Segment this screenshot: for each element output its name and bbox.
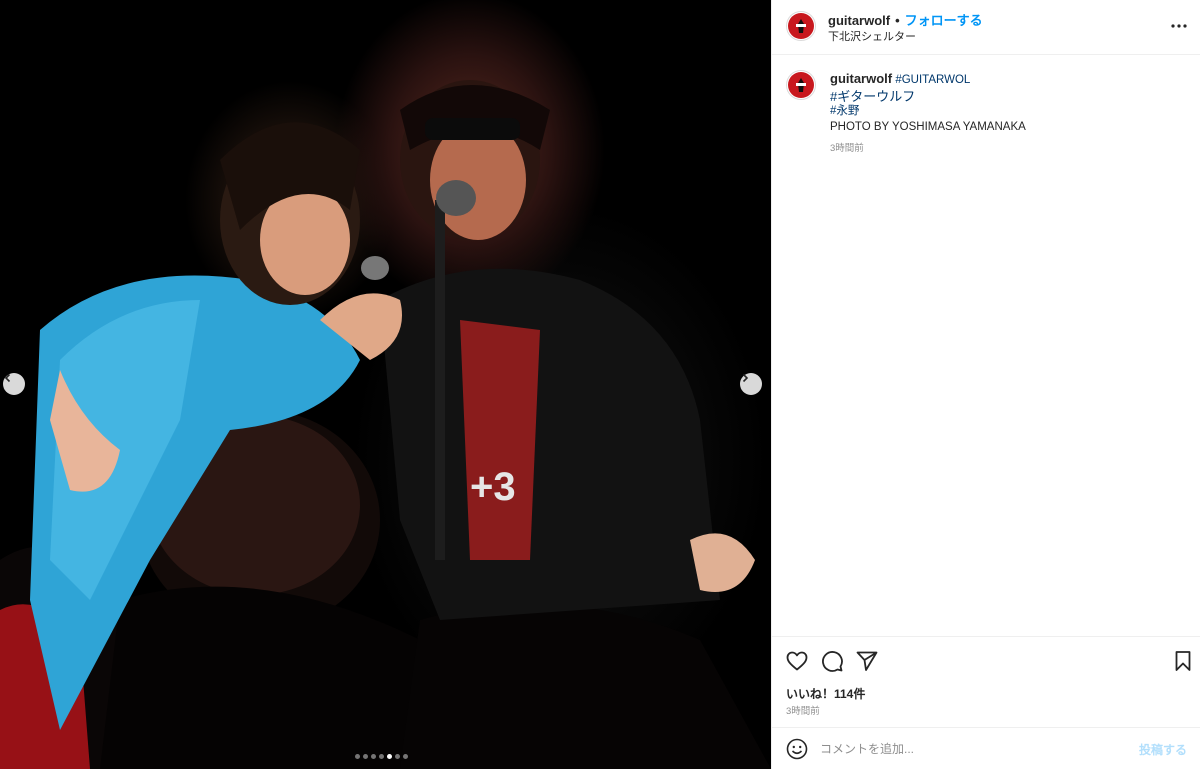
carousel-dot (355, 754, 360, 759)
action-bar: いいね！114件 3時間前 (772, 636, 1200, 726)
header-title-row: guitarwolf • フォローする (828, 10, 983, 29)
more-horizontal-icon (1171, 24, 1187, 28)
photo-illustration: +3 (0, 80, 771, 769)
comment-input[interactable] (820, 736, 1120, 762)
hashtag-link[interactable]: #GUITARWOL (895, 74, 970, 86)
post-comment-button[interactable]: 投稿する (1139, 741, 1187, 758)
carousel-dot (363, 754, 368, 759)
send-icon (856, 651, 878, 671)
header-username[interactable]: guitarwolf (828, 13, 890, 28)
location-link[interactable]: 下北沢シェルター (828, 28, 916, 44)
follow-button[interactable]: フォローする (905, 13, 983, 28)
smiley-icon (786, 738, 808, 760)
svg-text:+3: +3 (470, 465, 516, 509)
save-button[interactable] (1171, 649, 1195, 673)
carousel-dot (395, 754, 400, 759)
post-timestamp[interactable]: 3時間前 (786, 703, 820, 717)
instagram-post-view: +3 guitarwolf • フォローする 下北沢シェルター guitarwo… (0, 0, 1200, 769)
carousel-indicator (355, 754, 408, 759)
like-button[interactable] (785, 649, 809, 673)
hashtag-link[interactable]: #永野 (830, 104, 1180, 120)
carousel-dot (387, 754, 392, 759)
caption-credit: PHOTO BY YOSHIMASA YAMANAKA (830, 120, 1026, 133)
heart-icon (786, 651, 808, 671)
emoji-button[interactable] (786, 738, 808, 760)
guitarwolf-logo-icon (788, 72, 814, 98)
caption-avatar[interactable] (786, 70, 816, 100)
comment-composer: 投稿する (772, 727, 1200, 769)
like-count[interactable]: いいね！114件 (786, 685, 865, 702)
chevron-left-icon (4, 373, 11, 383)
chevron-right-icon (742, 373, 749, 383)
carousel-dot (371, 754, 376, 759)
comment-button[interactable] (820, 649, 844, 673)
carousel-dot (379, 754, 384, 759)
carousel-dot (403, 754, 408, 759)
guitarwolf-logo-icon (788, 13, 814, 39)
post-header: guitarwolf • フォローする 下北沢シェルター (772, 0, 1200, 55)
caption-line-1: guitarwolf #GUITARWOL (830, 71, 1180, 89)
carousel-next-button[interactable] (740, 373, 762, 395)
post-photo[interactable]: +3 (0, 0, 771, 769)
comment-icon (822, 651, 843, 672)
caption-text: guitarwolf #GUITARWOL #ギターウルフ #永野 PHOTO … (830, 71, 1180, 135)
more-options-button[interactable] (1169, 16, 1189, 36)
caption-username[interactable]: guitarwolf (830, 71, 892, 86)
avatar[interactable] (786, 11, 816, 41)
hashtag-link[interactable]: #ギターウルフ (830, 89, 1180, 105)
bookmark-icon (1175, 651, 1191, 671)
caption-timestamp: 3時間前 (830, 143, 864, 154)
post-side-panel: guitarwolf • フォローする 下北沢シェルター guitarwolf … (771, 0, 1200, 769)
carousel-prev-button[interactable] (3, 373, 25, 395)
share-button[interactable] (855, 649, 879, 673)
header-separator: • (895, 13, 900, 28)
